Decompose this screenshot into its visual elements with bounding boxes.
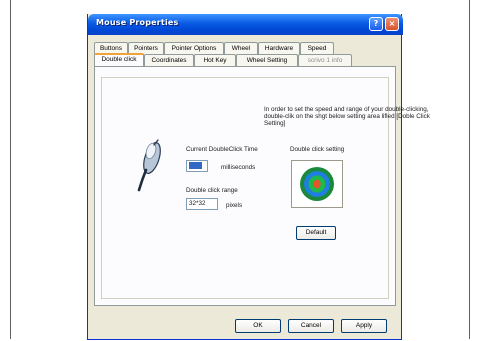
tab-double-click[interactable]: Double click [94, 53, 144, 66]
mouse-properties-dialog: Mouse Properties ? × Buttons Pointers Po… [87, 14, 430, 340]
tab-info[interactable]: scrivo 1 info [298, 54, 352, 66]
milliseconds-label: milliseconds [221, 164, 256, 171]
tab-coordinates[interactable]: Coordinates [144, 54, 194, 66]
tab-hardware[interactable]: Hardware [258, 42, 300, 54]
ok-button[interactable]: OK [235, 319, 281, 333]
tab-panel: In order to set the speed and range of y… [94, 66, 430, 306]
tab-hot-key[interactable]: Hot Key [194, 54, 236, 66]
help-button[interactable]: ? [369, 17, 383, 31]
apply-button[interactable]: Apply [341, 319, 387, 333]
tab-wheel[interactable]: Wheel [224, 42, 258, 54]
window-title: Mouse Properties [96, 18, 179, 27]
tab-speed[interactable]: Speed [300, 42, 334, 54]
concentric-target-icon [300, 167, 334, 201]
double-click-test-area[interactable] [291, 160, 343, 208]
double-click-range-label: Double click range [186, 187, 238, 194]
cancel-button[interactable]: Cancel [288, 319, 334, 333]
instruction-line-2: double-clik on the shgt below setting ar… [264, 113, 430, 120]
close-button[interactable]: × [385, 17, 399, 31]
mouse-pen-icon [137, 139, 161, 192]
double-click-setting-label: Double click setting [290, 146, 345, 153]
instructions-text: In order to set the speed and range of y… [264, 106, 430, 127]
double-click-group: In order to set the speed and range of y… [101, 77, 430, 299]
double-click-time-field[interactable]: 500 [186, 160, 208, 172]
double-click-time-value: 500 [189, 162, 202, 169]
double-click-range-field[interactable]: 32*32 [186, 198, 218, 210]
pixels-label: pixels [226, 202, 243, 209]
tab-wheel-setting[interactable]: Wheel Setting [236, 54, 298, 66]
current-time-label: Current DoubleClick Time [186, 146, 258, 153]
title-bar[interactable]: Mouse Properties ? × [88, 14, 403, 35]
default-button[interactable]: Default [296, 226, 336, 240]
instruction-line-1: In order to set the speed and range of y… [264, 106, 429, 113]
instruction-line-3: Setting] [264, 120, 286, 127]
tab-pointer-options[interactable]: Pointer Options [164, 42, 224, 54]
